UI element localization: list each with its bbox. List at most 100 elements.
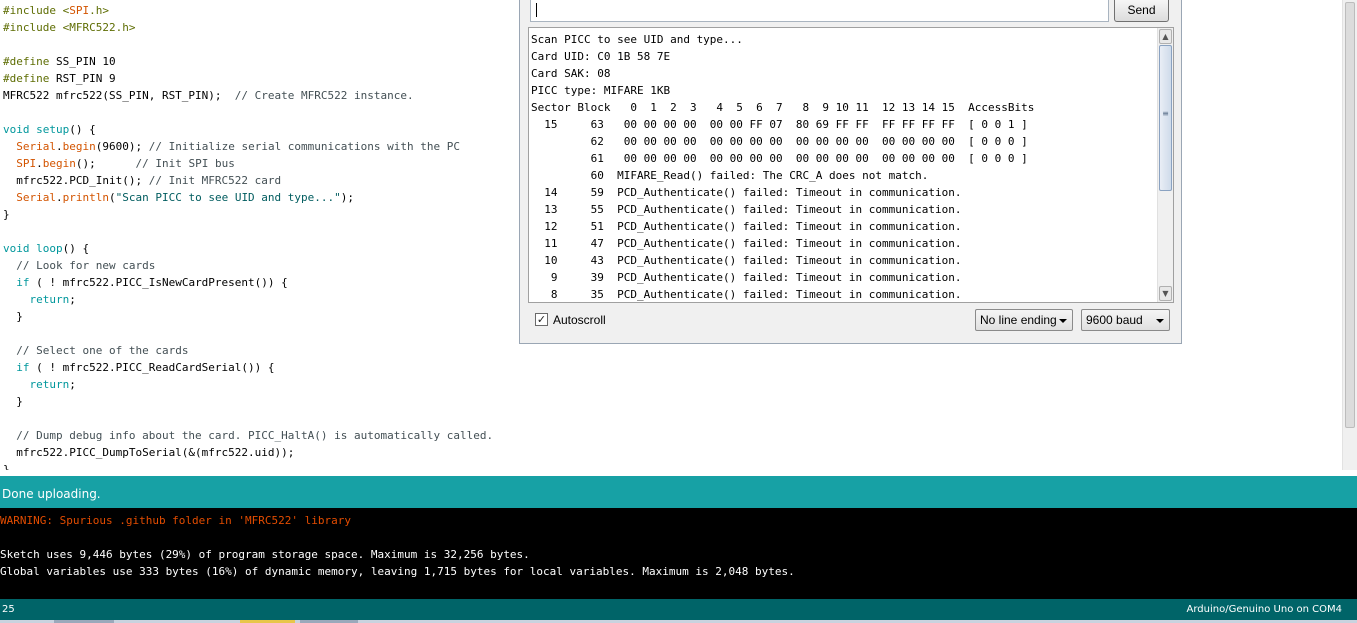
code-token: } (3, 208, 10, 221)
serial-output-line: 9 39 PCD_Authenticate() failed: Timeout … (531, 271, 962, 284)
editor-scrollbar-thumb[interactable] (1345, 2, 1355, 428)
code-token: (); (75, 157, 136, 170)
chevron-up-icon[interactable]: ▲ (1159, 29, 1172, 44)
console-warning-line: WARNING: Spurious .github folder in 'MFR… (0, 514, 351, 527)
code-line: void loop() { (3, 240, 493, 257)
grip-icon: ≡ (1162, 109, 1169, 118)
code-token: println (62, 191, 109, 204)
code-token: // Initialize serial communications with… (148, 140, 460, 153)
code-token: mfrc522.PCD_Init(); (3, 174, 149, 187)
code-line: } (3, 461, 493, 470)
triangle-down-icon (1059, 319, 1067, 323)
serial-output-line: 62 00 00 00 00 00 00 00 00 00 00 00 00 0… (531, 135, 1028, 148)
code-token: loop (36, 242, 63, 255)
code-token: // Select one of the cards (16, 344, 189, 357)
chevron-down-icon[interactable]: ▼ (1159, 286, 1172, 301)
code-line: if ( ! mfrc522.PICC_IsNewCardPresent()) … (3, 274, 493, 291)
serial-input-field[interactable] (530, 0, 1109, 22)
code-line: SPI.begin(); // Init SPI bus (3, 155, 493, 172)
code-token: . (56, 140, 63, 153)
code-token: SS_PIN 10 (49, 55, 116, 68)
code-token: () { (69, 123, 96, 136)
code-token: begin (42, 157, 76, 170)
code-token: "Scan PICC to see UID and type..." (115, 191, 341, 204)
code-line: MFRC522 mfrc522(SS_PIN, RST_PIN); // Cre… (3, 87, 493, 104)
line-ending-select[interactable]: No line ending (975, 309, 1073, 331)
code-token: Serial (16, 191, 56, 204)
code-token: ; (69, 293, 76, 306)
serial-output-line: Card UID: C0 1B 58 7E (531, 50, 671, 63)
code-token: #define (3, 72, 50, 85)
serial-output-area[interactable]: Scan PICC to see UID and type... Card UID… (528, 27, 1174, 303)
code-token: SPI (16, 157, 37, 170)
code-token: () { (62, 242, 90, 255)
serial-output-line: Sector Block 0 1 2 3 4 5 6 7 8 9 10 11 1… (531, 101, 1035, 114)
code-token: ; (69, 378, 76, 391)
serial-output-line: 8 35 PCD_Authenticate() failed: Timeout … (531, 288, 962, 301)
code-token: (9600); (95, 140, 149, 153)
serial-scrollbar-thumb[interactable]: ≡ (1159, 45, 1172, 191)
code-token: #include <MFRC522.h> (3, 21, 136, 34)
serial-output-line: Scan PICC to see UID and type... (531, 33, 743, 46)
code-token: } (3, 463, 10, 470)
code-token: #include < (3, 4, 70, 17)
code-token: ( (108, 191, 116, 204)
code-line: mfrc522.PCD_Init(); // Init MFRC522 card (3, 172, 493, 189)
code-token: // Dump debug info about the card. PICC_… (16, 429, 494, 442)
serial-output-scrollbar[interactable]: ▲ ≡ ▼ (1157, 28, 1173, 302)
code-token: ); (340, 191, 355, 204)
line-ending-value: No line ending (980, 313, 1057, 327)
code-line: #include <MFRC522.h> (3, 19, 493, 36)
autoscroll-label: Autoscroll (553, 313, 606, 327)
serial-output-line: PICC type: MIFARE 1KB (531, 84, 671, 97)
code-token: // Init MFRC522 card (148, 174, 282, 187)
code-line: return; (3, 376, 493, 393)
code-token: MFRC522 mfrc522(SS_PIN, RST_PIN); (3, 89, 235, 102)
code-line: #define SS_PIN 10 (3, 53, 493, 70)
code-token: setup (36, 123, 70, 136)
code-line: #include <SPI.h> (3, 2, 493, 19)
checkmark-icon[interactable]: ✓ (535, 313, 548, 326)
triangle-down-icon (1156, 319, 1164, 323)
code-token: ( ! mfrc522.PICC_IsNewCardPresent()) { (29, 276, 288, 289)
code-line: void setup() { (3, 121, 493, 138)
code-line: } (3, 308, 493, 325)
serial-output-line: 15 63 00 00 00 00 00 00 FF 07 80 69 FF F… (531, 118, 1028, 131)
baud-rate-select[interactable]: 9600 baud (1081, 309, 1170, 331)
code-line: // Look for new cards (3, 257, 493, 274)
code-token: SPI (69, 4, 90, 17)
code-token: // Init SPI bus (135, 157, 235, 170)
console-output[interactable]: WARNING: Spurious .github folder in 'MFR… (0, 508, 1357, 599)
code-token: .h> (89, 4, 109, 17)
serial-output-line: Card SAK: 08 (531, 67, 611, 80)
code-line: if ( ! mfrc522.PICC_ReadCardSerial()) { (3, 359, 493, 376)
code-line: Serial.println("Scan PICC to see UID and… (3, 189, 493, 206)
code-token: mfrc522.PICC_DumpToSerial(&(mfrc522.uid)… (3, 446, 295, 459)
code-token: #define (3, 55, 50, 68)
code-token: begin (62, 140, 96, 153)
code-line: // Dump debug info about the card. PICC_… (3, 427, 493, 444)
code-token: // Look for new cards (16, 259, 156, 272)
send-button[interactable]: Send (1114, 0, 1169, 22)
code-text[interactable]: #include <SPI.h> #include <MFRC522.h> #def… (3, 2, 493, 470)
status-message: Done uploading. (2, 487, 101, 501)
serial-output-text: Scan PICC to see UID and type... Card UID… (531, 31, 1035, 302)
code-token: . (56, 191, 63, 204)
baud-rate-value: 9600 baud (1086, 313, 1143, 327)
text-caret (536, 3, 537, 17)
code-token: if (16, 276, 30, 289)
editor-scrollbar[interactable] (1342, 0, 1357, 470)
code-token: return (29, 378, 70, 391)
code-token: ( ! mfrc522.PICC_ReadCardSerial()) { (29, 361, 275, 374)
